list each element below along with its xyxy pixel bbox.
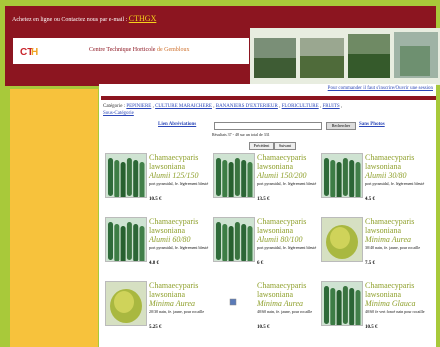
org-name-main: Centre Technique Horticole <box>89 47 157 53</box>
org-name-place: de Gembloux <box>156 47 190 53</box>
product-photo[interactable] <box>105 281 147 326</box>
product-cultivar: Alumii 80/100 <box>257 235 303 244</box>
product-cultivar: Minima Aurea <box>149 299 195 308</box>
previous-button[interactable]: Précédent <box>249 142 274 150</box>
plant-image <box>108 222 145 261</box>
product-photo[interactable] <box>105 153 147 198</box>
product-card[interactable]: Chamaecyparis lawsoniana Minima Glauca 4… <box>317 281 425 345</box>
product-price: 4.5 € <box>365 197 375 202</box>
product-card[interactable]: Chamaecyparis lawsoniana Alumii 80/100 p… <box>209 217 317 281</box>
product-price: 10.5 € <box>365 325 378 330</box>
product-price: 4.8 € <box>149 261 159 266</box>
org-name: Centre Technique Horticole de Gembloux <box>89 47 189 53</box>
product-name: Chamaecyparis lawsoniana <box>257 217 307 235</box>
product-name: Chamaecyparis lawsoniana <box>257 153 307 171</box>
contact-text: Achetez en ligne ou Contactez nous par e… <box>12 14 156 23</box>
plant-image <box>216 222 253 261</box>
product-price: 5.25 € <box>149 325 162 330</box>
logo-banner[interactable]: CT H Centre Technique Horticole de Gembl… <box>13 38 249 64</box>
abbreviations-link[interactable]: Lien Abréviations <box>158 122 196 127</box>
product-name: Chamaecyparis lawsoniana <box>149 281 199 299</box>
product-description: 30/40 nain, fe. jaune, pour rocaille <box>365 245 421 250</box>
plant-image <box>324 286 361 325</box>
product-cultivar: Minima Aurea <box>365 235 411 244</box>
product-card[interactable]: Chamaecyparis lawsoniana Minima Aurea 40… <box>209 281 317 345</box>
search-input[interactable] <box>214 122 322 130</box>
product-description: 40/60 fe vert foncé nain pour rocaille <box>365 309 425 314</box>
category-floriculture[interactable]: FLORICULTURE <box>282 104 319 109</box>
search-row: Lien Abréviations Rechercher Sans Photos <box>149 121 429 131</box>
product-card[interactable]: Chamaecyparis lawsoniana Alumii 125/150 … <box>101 153 209 217</box>
site-header: Achetez en ligne ou Contactez nous par e… <box>5 6 440 86</box>
category-pepiniere[interactable]: PEPINIERE <box>126 104 151 109</box>
product-description: 40/60 nain, fe. jaune, pour rocaille <box>257 309 313 314</box>
next-button[interactable]: Suivant <box>274 142 296 150</box>
product-description: port pyramidal, fe. légèrement bleuté <box>149 181 209 186</box>
product-name: Chamaecyparis lawsoniana <box>365 217 415 235</box>
product-name: Chamaecyparis lawsoniana <box>257 281 307 299</box>
product-card[interactable]: Chamaecyparis lawsoniana Alumii 30/80 po… <box>317 153 425 217</box>
product-cultivar: Minima Glauca <box>365 299 416 308</box>
product-card[interactable]: Chamaecyparis lawsoniana Alumii 150/200 … <box>209 153 317 217</box>
search-button[interactable]: Rechercher <box>326 122 356 130</box>
category-bananiers[interactable]: BANANIERS D'EXTERIEUR <box>216 104 278 109</box>
result-count: Résultats 37 - 48 sur un total de 331 <box>212 132 270 137</box>
content-divider <box>101 96 436 100</box>
product-price: 10.5 € <box>149 197 162 202</box>
plant-image <box>108 158 145 197</box>
missing-image-icon <box>229 298 237 306</box>
product-cultivar: Alumii 150/200 <box>257 171 307 180</box>
product-photo[interactable] <box>321 217 363 262</box>
product-name: Chamaecyparis lawsoniana <box>149 217 199 235</box>
category-nav: Catégorie : PEPINIERE , CULTURE MARAICHE… <box>103 104 343 116</box>
product-photo[interactable] <box>213 217 255 262</box>
catalog-content: Pour commander il faut s'inscrire/Ouvrir… <box>99 84 436 347</box>
garden-photo-banner <box>250 28 440 85</box>
product-name: Chamaecyparis lawsoniana <box>149 153 199 171</box>
email-link[interactable]: CTHGX <box>129 14 157 23</box>
product-price: 6 € <box>257 261 264 266</box>
product-card[interactable]: Chamaecyparis lawsoniana Alumii 60/80 po… <box>101 217 209 281</box>
no-photos-link[interactable]: Sans Photos <box>359 122 385 127</box>
product-description: port pyramidal, fe. légèrement bleuté <box>257 181 317 186</box>
product-description: port pyramidal, fe. légèrement bleuté <box>365 181 425 186</box>
product-price: 10.5 € <box>257 325 270 330</box>
plant-image <box>324 158 361 197</box>
category-label: Catégorie : <box>103 104 127 109</box>
category-fruits[interactable]: FRUITS <box>322 104 339 109</box>
plant-image <box>326 225 358 259</box>
product-cultivar: Alumii 60/80 <box>149 235 191 244</box>
product-description: port pyramidal, fe. légèrement bleuté <box>149 245 209 250</box>
product-cultivar: Alumii 30/80 <box>365 171 407 180</box>
category-culture-maraichere[interactable]: CULTURE MARAICHERE <box>155 104 212 109</box>
left-sidebar <box>10 89 98 347</box>
product-card[interactable]: Chamaecyparis lawsoniana Minima Aurea 30… <box>317 217 425 281</box>
contact-label: Achetez en ligne ou Contactez nous par e… <box>12 17 129 23</box>
product-description: port pyramidal, fe. légèrement bleuté <box>257 245 317 250</box>
product-cultivar: Minima Aurea <box>257 299 303 308</box>
plant-image <box>110 289 142 323</box>
cth-logo-icon: CT H <box>19 44 39 58</box>
product-photo[interactable] <box>213 153 255 198</box>
product-name: Chamaecyparis lawsoniana <box>365 281 415 299</box>
product-photo[interactable] <box>213 281 253 324</box>
product-photo[interactable] <box>321 281 363 326</box>
product-photo[interactable] <box>321 153 363 198</box>
product-price: 13.5 € <box>257 197 270 202</box>
product-price: 7.5 € <box>365 261 375 266</box>
product-cultivar: Alumii 125/150 <box>149 171 199 180</box>
svg-text:H: H <box>31 47 38 58</box>
product-description: 20/30 nain, fe. jaune, pour rocaille <box>149 309 205 314</box>
product-name: Chamaecyparis lawsoniana <box>365 153 415 171</box>
product-card[interactable]: Chamaecyparis lawsoniana Minima Aurea 20… <box>101 281 209 345</box>
subcategory-link[interactable]: Sous-Catégorie <box>103 111 134 116</box>
plant-image <box>216 158 253 197</box>
product-photo[interactable] <box>105 217 147 262</box>
order-login-link[interactable]: Pour commander il faut s'inscrire/Ouvrir… <box>328 86 433 91</box>
